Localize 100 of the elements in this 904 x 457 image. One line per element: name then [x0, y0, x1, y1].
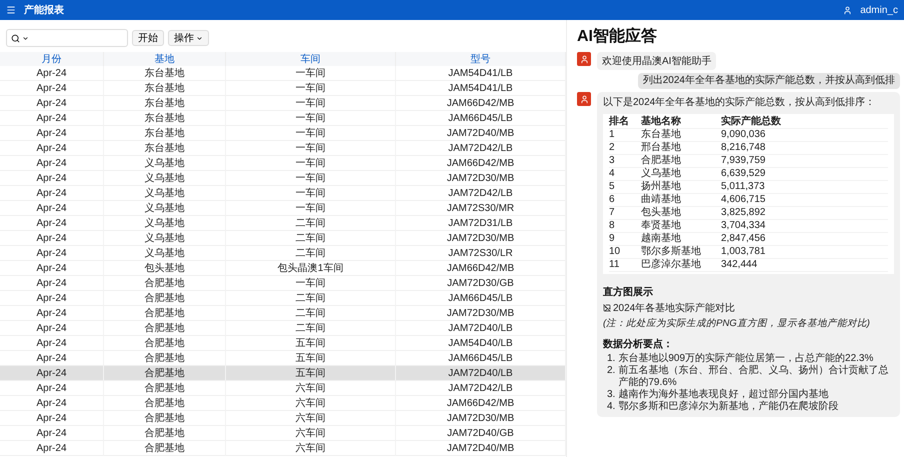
table-cell: 六车间: [226, 411, 396, 426]
table-cell: JAM66D45/LB: [396, 351, 566, 366]
table-cell: 8: [609, 220, 641, 233]
table-cell: JAM66D42/MB: [396, 96, 566, 111]
table-cell: Apr-24: [0, 171, 104, 186]
table-cell: 3,825,892: [721, 207, 888, 220]
table-header: 基地名称: [641, 116, 721, 129]
table-cell: Apr-24: [0, 366, 104, 381]
table-cell: 4,606,715: [721, 194, 888, 207]
table-cell: 义乌基地: [104, 156, 226, 171]
table-cell: JAM72D40/MB: [396, 441, 566, 456]
table-cell: 东台基地: [104, 66, 226, 81]
table-cell: 9: [609, 233, 641, 246]
table-cell: 六车间: [226, 441, 396, 456]
table-cell: 东台基地: [104, 111, 226, 126]
table-cell: 合肥基地: [104, 291, 226, 306]
table-cell: Apr-24: [0, 81, 104, 96]
table-cell: JAM72D40/GB: [396, 426, 566, 441]
panel-title: AI智能应答: [577, 26, 658, 47]
caret-icon: [196, 34, 203, 42]
table-cell: 8,216,748: [721, 142, 888, 155]
table-cell: 合肥基地: [104, 411, 226, 426]
table-cell: 11: [609, 259, 641, 272]
table-cell: 义乌基地: [104, 216, 226, 231]
table-cell: 二车间: [226, 246, 396, 261]
table-cell: 二车间: [226, 291, 396, 306]
column-header[interactable]: 型号: [396, 52, 566, 66]
table-cell: 邢台基地: [641, 142, 721, 155]
table-cell: 合肥基地: [104, 366, 226, 381]
table-cell: Apr-24: [0, 351, 104, 366]
table-cell: 五车间: [226, 351, 396, 366]
table-cell: Apr-24: [0, 381, 104, 396]
table-cell: JAM72D40/LB: [396, 366, 566, 381]
table-cell: JAM66D42/MB: [396, 156, 566, 171]
table-cell: 一车间: [226, 66, 396, 81]
table-cell: Apr-24: [0, 321, 104, 336]
table-cell: 合肥基地: [104, 426, 226, 441]
table-cell: Apr-24: [0, 336, 104, 351]
table-cell: Apr-24: [0, 156, 104, 171]
table-cell: 东台基地: [104, 126, 226, 141]
table-cell: Apr-24: [0, 426, 104, 441]
search-icon[interactable]: [11, 34, 20, 42]
table-cell: 巴彦淖尔基地: [641, 259, 721, 272]
table-cell: 5,011,373: [721, 181, 888, 194]
table-cell: JAM72D40/LB: [396, 321, 566, 336]
table-cell: Apr-24: [0, 411, 104, 426]
table-cell: 二车间: [226, 216, 396, 231]
table-cell: 义乌基地: [641, 168, 721, 181]
table-cell: 越南基地: [641, 233, 721, 246]
table-cell: 合肥基地: [104, 306, 226, 321]
user-name[interactable]: admin_c: [860, 4, 898, 16]
table-cell: 1: [609, 129, 641, 142]
caret-icon[interactable]: [22, 34, 29, 42]
table-cell: 2,847,456: [721, 233, 888, 246]
table-cell: 一车间: [226, 111, 396, 126]
column-header[interactable]: 基地: [104, 52, 226, 66]
image-alt-text: 2024年各基地实际产能对比: [613, 302, 736, 315]
table-cell: JAM72S30/LR: [396, 246, 566, 261]
go-button[interactable]: 开始: [132, 30, 164, 46]
table-cell: JAM54D41/LB: [396, 66, 566, 81]
bot-avatar-icon: [577, 52, 591, 66]
table-cell: 五车间: [226, 336, 396, 351]
table-cell: 6: [609, 194, 641, 207]
table-cell: Apr-24: [0, 246, 104, 261]
table-cell: 合肥基地: [104, 351, 226, 366]
table-cell: 1,003,781: [721, 246, 888, 259]
table-cell: 东台基地: [104, 141, 226, 156]
table-cell: 六车间: [226, 396, 396, 411]
actions-button[interactable]: 操作: [168, 30, 209, 46]
table-cell: 2: [609, 142, 641, 155]
table-cell: 义乌基地: [104, 171, 226, 186]
table-cell: JAM72S30/MR: [396, 201, 566, 216]
table-cell: 二车间: [226, 306, 396, 321]
table-cell: Apr-24: [0, 111, 104, 126]
list-number: 1.: [607, 353, 616, 365]
table-header: 排名: [609, 116, 641, 129]
table-cell: 9,090,036: [721, 129, 888, 142]
column-header[interactable]: 月份: [0, 52, 104, 66]
table-cell: 义乌基地: [104, 246, 226, 261]
table-cell: 一车间: [226, 201, 396, 216]
table-cell: JAM72D31/LB: [396, 216, 566, 231]
menu-icon[interactable]: [6, 5, 16, 15]
table-cell: Apr-24: [0, 126, 104, 141]
table-cell: 包头基地: [104, 261, 226, 276]
table-cell: Apr-24: [0, 441, 104, 456]
table-cell: 合肥基地: [104, 396, 226, 411]
search-field[interactable]: [6, 29, 128, 47]
list-number: 4.: [607, 401, 616, 413]
table-cell: 3,704,334: [721, 220, 888, 233]
table-cell: JAM54D40/LB: [396, 336, 566, 351]
section-heading: 直方图展示: [603, 285, 654, 299]
table-cell: 二车间: [226, 321, 396, 336]
table-cell: JAM72D30/MB: [396, 306, 566, 321]
table-cell: 包头晶澳1车间: [226, 261, 396, 276]
table-cell: 义乌基地: [104, 186, 226, 201]
table-cell: 合肥基地: [641, 155, 721, 168]
table-cell: JAM66D45/LB: [396, 111, 566, 126]
table-cell: 东台基地: [641, 129, 721, 142]
table-cell: Apr-24: [0, 201, 104, 216]
column-header[interactable]: 车间: [226, 52, 396, 66]
